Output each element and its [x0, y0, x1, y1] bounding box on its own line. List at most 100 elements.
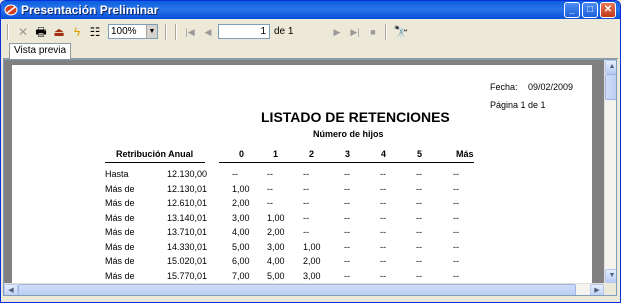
column-header: 1: [273, 149, 279, 159]
table-cell: 4,00: [232, 227, 250, 237]
row-label: Más de: [105, 227, 135, 237]
toolbar-separator: [385, 24, 387, 40]
app-icon: [4, 4, 18, 16]
column-header: 0: [239, 149, 245, 159]
title-bar[interactable]: Presentación Preliminar _ □ ✕: [1, 1, 620, 19]
row-amount: 14.330,01: [166, 241, 207, 252]
scrollbar-corner: [604, 283, 616, 295]
report-page: Fecha: 09/02/2009 Página 1 de 1 LISTADO …: [12, 65, 592, 295]
prev-page-icon[interactable]: ◀: [200, 24, 216, 40]
cancel-icon[interactable]: ✕: [15, 24, 31, 40]
toolbar-separator: [7, 24, 9, 40]
table-cell: --: [303, 212, 309, 223]
table-cell: --: [344, 198, 350, 208]
table-cell: 4,00: [267, 256, 285, 266]
row-label: Más de: [105, 198, 135, 208]
table-cell: --: [380, 183, 386, 194]
table-cell: --: [453, 241, 459, 252]
column-header: Más: [456, 149, 474, 159]
column-header-retribucion: Retribución Anual: [116, 149, 194, 159]
row-label: Más de: [105, 270, 135, 281]
table-cell: 1,00: [267, 212, 285, 223]
table-cell: --: [303, 169, 309, 179]
row-amount: 12.610,01: [166, 198, 207, 208]
table-cell: --: [380, 169, 386, 179]
table-cell: --: [344, 169, 350, 179]
table-cell: 7,00: [232, 270, 250, 281]
column-header: 2: [309, 149, 315, 159]
horizontal-scrollbar[interactable]: ◀ ▶: [4, 283, 604, 295]
maximize-button[interactable]: □: [582, 2, 598, 18]
row-label: Más de: [105, 256, 135, 266]
table-cell: --: [380, 227, 386, 237]
table-cell: --: [453, 183, 459, 194]
window-title: Presentación Preliminar: [21, 3, 159, 17]
table-cell: --: [416, 270, 422, 281]
table-cell: --: [416, 241, 422, 252]
minimize-button[interactable]: _: [564, 2, 580, 18]
table-cell: --: [453, 169, 459, 179]
column-header: 5: [417, 149, 423, 159]
toolbar: ✕ 🖶 ⏏ ϟ ☷ 100% ▼ |◀ ◀ 1 de 1 ▶ ▶| ■ 🔭: [3, 21, 618, 43]
row-label: Más de: [105, 212, 135, 223]
preview-window: Presentación Preliminar _ □ ✕ ✕ 🖶 ⏏ ϟ ☷ …: [0, 0, 621, 303]
table-cell: 3,00: [267, 241, 285, 252]
scroll-up-icon[interactable]: ▲: [605, 60, 616, 74]
page-indicator: Página 1 de 1: [490, 100, 546, 110]
table-cell: --: [267, 198, 273, 208]
last-page-icon[interactable]: ▶|: [347, 24, 363, 40]
table-cell: --: [416, 198, 422, 208]
export-icon[interactable]: ⏏: [51, 24, 67, 40]
vertical-scroll-thumb[interactable]: [605, 74, 616, 100]
table-cell: --: [416, 169, 422, 179]
table-cell: --: [380, 256, 386, 266]
table-cell: 3,00: [232, 212, 250, 223]
table-cell: 1,00: [303, 241, 321, 252]
scroll-left-icon[interactable]: ◀: [4, 284, 18, 295]
table-cell: --: [380, 198, 386, 208]
row-label: Más de: [105, 241, 135, 252]
find-icon[interactable]: 🔭: [393, 24, 409, 40]
table-cell: --: [416, 256, 422, 266]
table-cell: --: [344, 241, 350, 252]
table-cell: --: [380, 241, 386, 252]
close-button[interactable]: ✕: [600, 2, 616, 18]
table-cell: 1,00: [232, 183, 250, 194]
table-cell: --: [344, 183, 350, 194]
table-cell: --: [453, 270, 459, 281]
table-cell: --: [267, 183, 273, 194]
table-cell: 3,00: [303, 270, 321, 281]
table-cell: 6,00: [232, 256, 250, 266]
first-page-icon[interactable]: |◀: [182, 24, 198, 40]
table-cell: --: [344, 227, 350, 237]
scroll-down-icon[interactable]: ▼: [605, 269, 616, 283]
table-cell: 5,00: [267, 270, 285, 281]
toolbar-separator: [165, 24, 167, 40]
table-cell: 2,00: [232, 198, 250, 208]
table-cell: --: [453, 227, 459, 237]
table-cell: 5,00: [232, 241, 250, 252]
row-label: Hasta: [105, 169, 129, 179]
table-cell: --: [416, 212, 422, 223]
tab-strip: Vista previa: [3, 43, 618, 59]
table-cell: --: [344, 270, 350, 281]
print-icon[interactable]: 🖶: [33, 24, 49, 40]
table-cell: --: [380, 212, 386, 223]
scroll-right-icon[interactable]: ▶: [590, 284, 604, 295]
chevron-down-icon[interactable]: ▼: [146, 25, 157, 38]
zoom-select[interactable]: 100% ▼: [108, 24, 158, 39]
table-cell: --: [380, 270, 386, 281]
vertical-scrollbar[interactable]: ▲ ▼: [604, 60, 616, 283]
next-page-icon[interactable]: ▶: [329, 24, 345, 40]
stop-icon[interactable]: ■: [365, 24, 381, 40]
page-number-input[interactable]: 1: [218, 24, 270, 39]
preview-area: Fecha: 09/02/2009 Página 1 de 1 LISTADO …: [3, 59, 617, 296]
header-rule: [105, 162, 205, 163]
table-cell: --: [453, 256, 459, 266]
lightning-icon[interactable]: ϟ: [69, 24, 85, 40]
table-cell: --: [453, 212, 459, 223]
tab-vista-previa[interactable]: Vista previa: [9, 43, 72, 59]
options-icon[interactable]: ☷: [87, 24, 103, 40]
report-title: LISTADO DE RETENCIONES: [261, 109, 450, 125]
horizontal-scroll-thumb[interactable]: [18, 284, 576, 295]
